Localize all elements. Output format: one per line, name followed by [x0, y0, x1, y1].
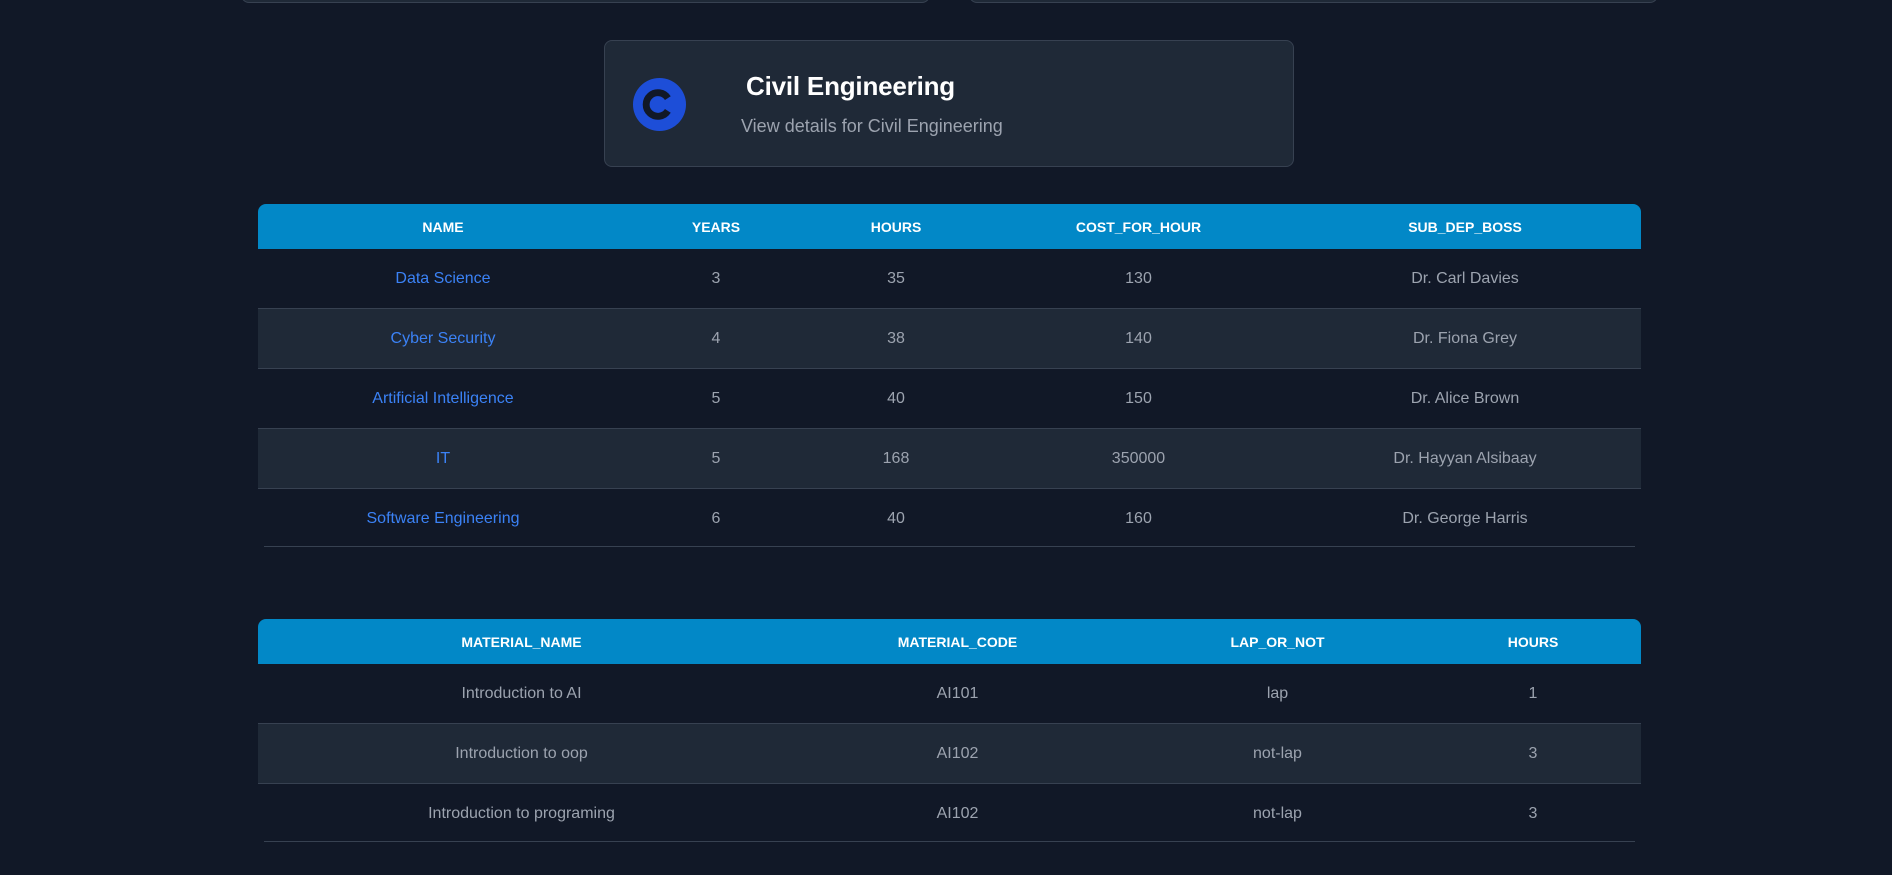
material-code-cell: AI102	[936, 804, 979, 822]
boss-cell: Dr. Alice Brown	[1289, 368, 1641, 429]
column-header-lap-or-not[interactable]: LAP_OR_NOT	[1130, 619, 1425, 664]
boss-cell: Dr. George Harris	[1402, 509, 1528, 527]
table-row: Cyber Security 4 38 140 Dr. Fiona Grey	[258, 308, 1641, 369]
boss-cell: Dr. Carl Davies	[1289, 249, 1641, 309]
table-row: Software Engineering 6 40 160 Dr. George…	[258, 488, 1641, 549]
table-divider	[264, 841, 1635, 842]
sub-department-link[interactable]: Cyber Security	[258, 308, 628, 369]
sub-departments-table: NAME YEARS HOURS COST_FOR_HOUR SUB_DEP_B…	[258, 204, 1641, 548]
table-header-row: MATERIAL_NAME MATERIAL_CODE LAP_OR_NOT H…	[258, 619, 1641, 664]
table-row: Introduction to oop AI102 not-lap 3	[258, 723, 1641, 784]
hours-cell: 3	[1528, 804, 1538, 822]
hours-cell: 40	[804, 368, 988, 429]
column-header-hours[interactable]: HOURS	[804, 204, 988, 249]
sub-department-link[interactable]: Artificial Intelligence	[258, 368, 628, 429]
cost-cell: 350000	[988, 428, 1289, 489]
material-name-cell: Introduction to AI	[258, 664, 785, 724]
sub-department-link[interactable]: Software Engineering	[258, 489, 628, 549]
previous-card-left[interactable]	[241, 0, 930, 3]
column-header-years[interactable]: YEARS	[628, 204, 804, 249]
table-row: Data Science 3 35 130 Dr. Carl Davies	[258, 249, 1641, 309]
material-code-cell: AI102	[785, 723, 1130, 784]
lap-or-not-cell: lap	[1130, 664, 1425, 724]
column-header-material-name[interactable]: MATERIAL_NAME	[258, 619, 785, 664]
cost-cell: 140	[988, 308, 1289, 369]
material-name-cell: Introduction to programing	[428, 804, 615, 822]
department-title: Civil Engineering	[746, 71, 955, 101]
table-row: Introduction to AI AI101 lap 1	[258, 664, 1641, 724]
lap-or-not-cell: not-lap	[1253, 804, 1302, 822]
previous-card-right[interactable]	[969, 0, 1658, 3]
column-header-name[interactable]: NAME	[258, 204, 628, 249]
materials-table: MATERIAL_NAME MATERIAL_CODE LAP_OR_NOT H…	[258, 619, 1641, 843]
hours-cell: 168	[804, 428, 988, 489]
years-cell: 3	[628, 249, 804, 309]
material-name-cell: Introduction to oop	[258, 723, 785, 784]
cost-cell: 160	[1125, 509, 1152, 527]
table-divider	[264, 546, 1635, 547]
table-row: IT 5 168 350000 Dr. Hayyan Alsibaay	[258, 428, 1641, 489]
hours-cell: 35	[804, 249, 988, 309]
years-cell: 5	[628, 368, 804, 429]
sub-department-link[interactable]: Data Science	[258, 249, 628, 309]
years-cell: 5	[628, 428, 804, 489]
years-cell: 4	[628, 308, 804, 369]
department-card[interactable]: Civil Engineering View details for Civil…	[604, 40, 1294, 167]
department-subtitle: View details for Civil Engineering	[741, 116, 1003, 136]
hours-cell: 40	[887, 509, 905, 527]
column-header-hours[interactable]: HOURS	[1425, 619, 1641, 664]
sub-department-link[interactable]: IT	[258, 428, 628, 489]
hours-cell: 38	[804, 308, 988, 369]
table-row: Artificial Intelligence 5 40 150 Dr. Ali…	[258, 368, 1641, 429]
lap-or-not-cell: not-lap	[1130, 723, 1425, 784]
table-row: Introduction to programing AI102 not-lap…	[258, 783, 1641, 843]
boss-cell: Dr. Fiona Grey	[1289, 308, 1641, 369]
copyright-c-icon	[632, 77, 687, 132]
cost-cell: 130	[988, 249, 1289, 309]
material-code-cell: AI101	[785, 664, 1130, 724]
table-header-row: NAME YEARS HOURS COST_FOR_HOUR SUB_DEP_B…	[258, 204, 1641, 249]
hours-cell: 1	[1425, 664, 1641, 724]
hours-cell: 3	[1425, 723, 1641, 784]
years-cell: 6	[711, 509, 721, 527]
column-header-cost-for-hour[interactable]: COST_FOR_HOUR	[988, 204, 1289, 249]
cost-cell: 150	[988, 368, 1289, 429]
column-header-sub-dep-boss[interactable]: SUB_DEP_BOSS	[1289, 204, 1641, 249]
column-header-material-code[interactable]: MATERIAL_CODE	[785, 619, 1130, 664]
boss-cell: Dr. Hayyan Alsibaay	[1289, 428, 1641, 489]
